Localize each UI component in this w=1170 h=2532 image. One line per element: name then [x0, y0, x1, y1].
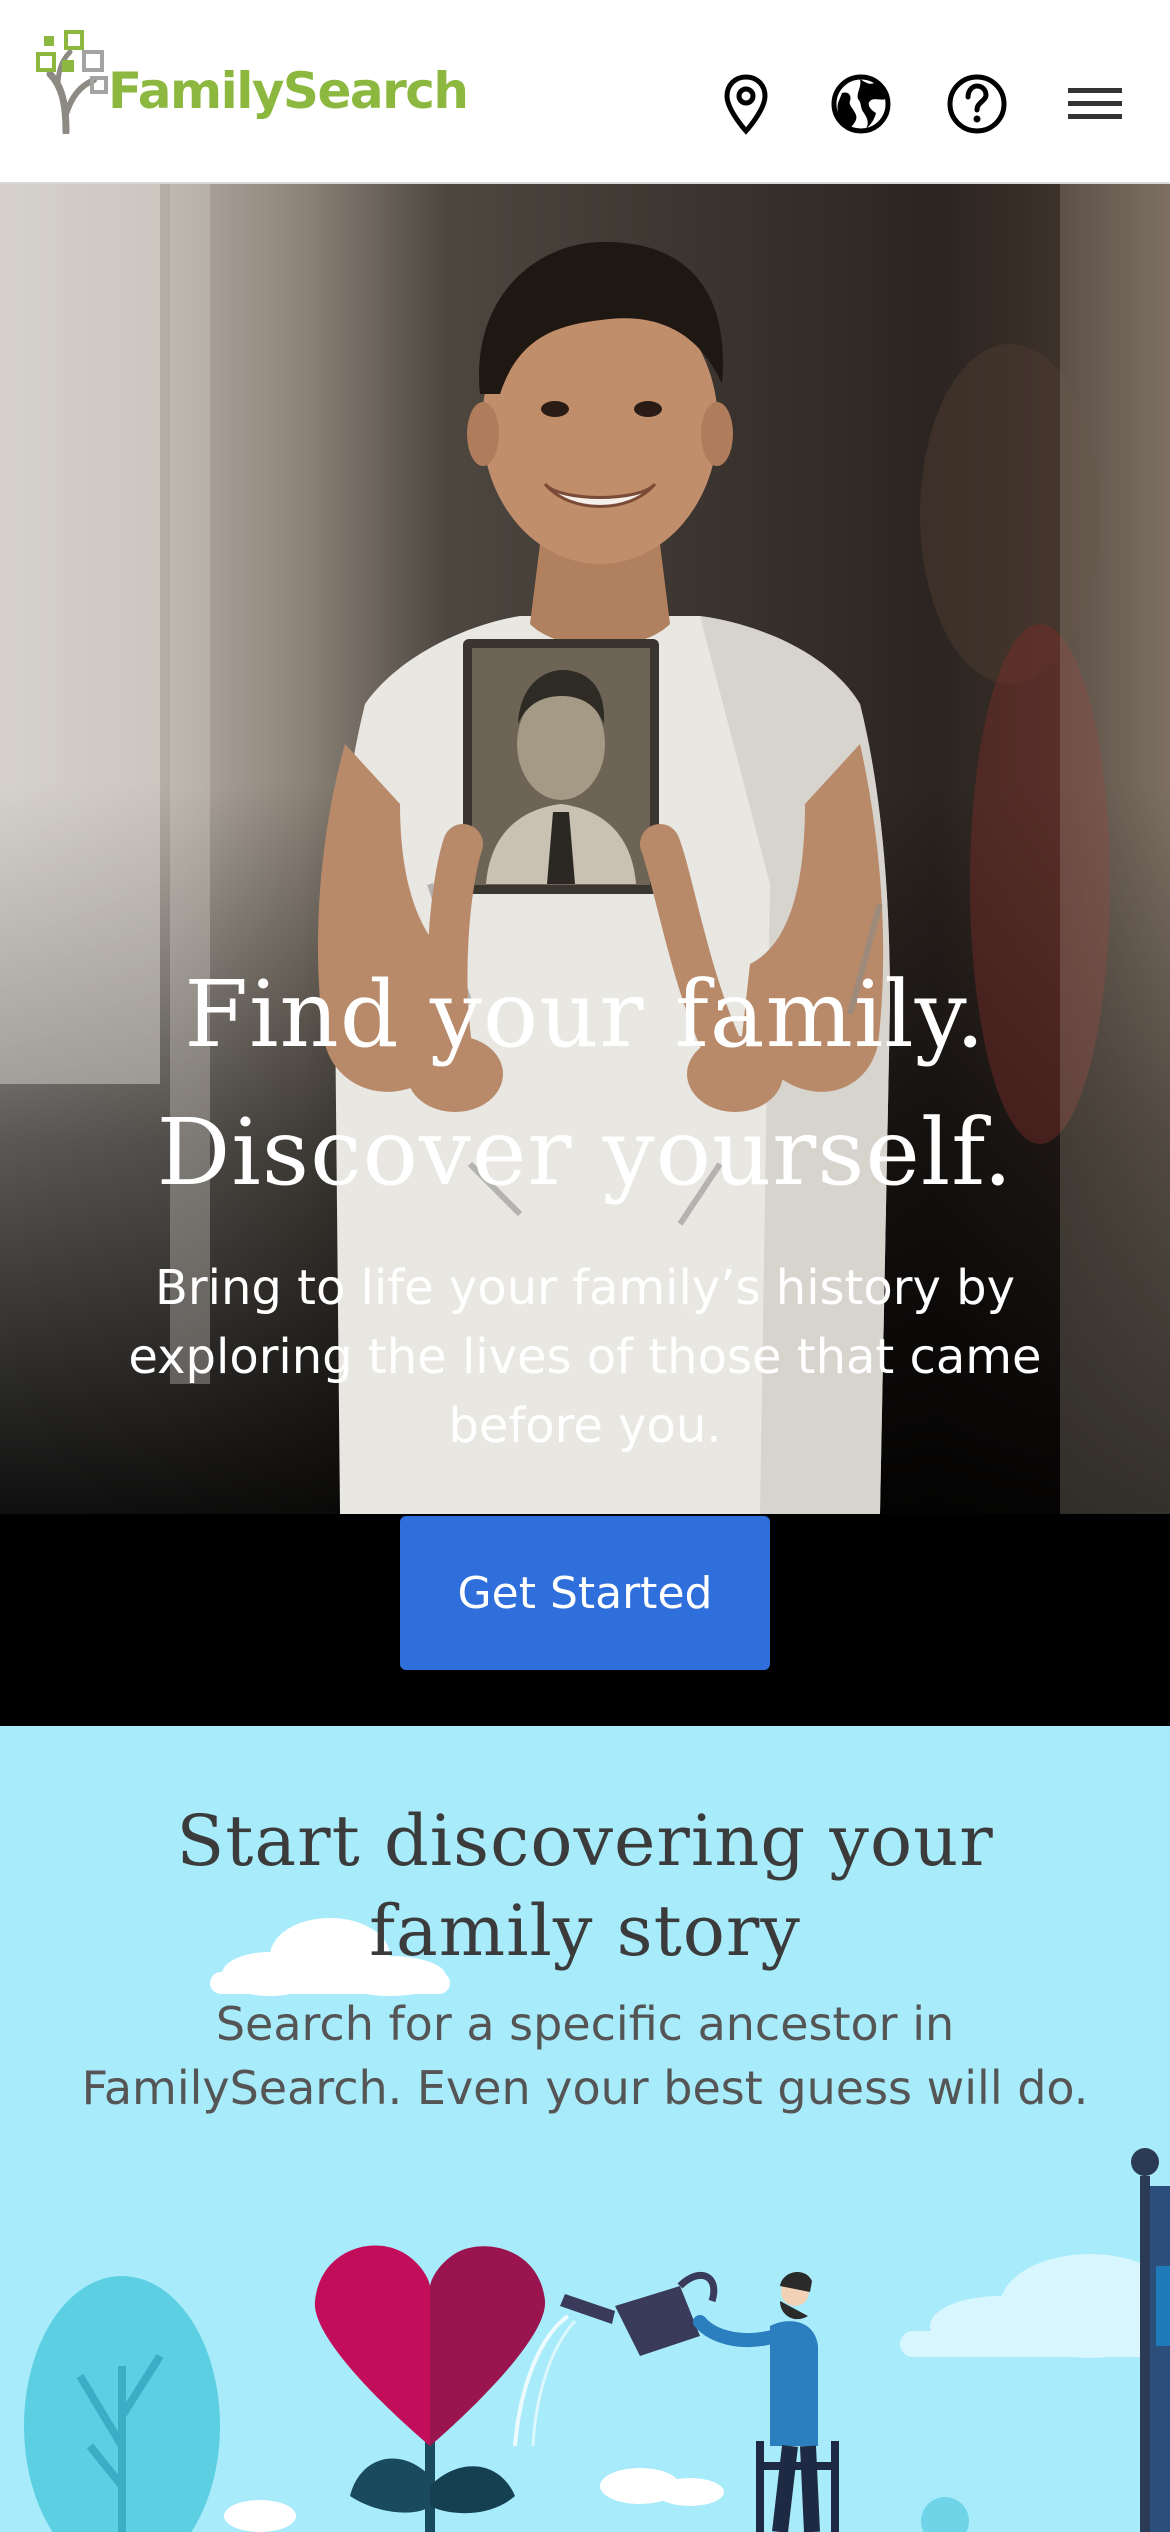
globe-icon[interactable] — [821, 64, 901, 144]
location-pin-icon[interactable] — [706, 64, 786, 144]
hero-title-line1: Find your family. — [184, 961, 986, 1068]
menu-icon[interactable] — [1055, 64, 1135, 144]
discover-section: Start discovering your family story Sear… — [0, 1726, 1170, 2532]
hero-title: Find your family. Discover yourself. — [0, 946, 1170, 1222]
discover-title: Start discovering your family story — [176, 1800, 994, 1972]
logo-wordmark: FamilySearch — [108, 62, 469, 120]
familysearch-logo[interactable]: FamilySearch — [36, 24, 469, 134]
hero-title-line2: Discover yourself. — [156, 1099, 1014, 1206]
get-started-button[interactable]: Get Started — [400, 1516, 770, 1670]
discover-text: Search for a specific ancestor in Family… — [81, 1997, 1089, 2115]
help-icon[interactable] — [937, 64, 1017, 144]
hero-subtitle: Bring to life your family’s history by e… — [128, 1260, 1042, 1454]
hero-section: Find your family. Discover yourself. Bri… — [0, 184, 1170, 1726]
site-header: FamilySearch — [0, 0, 1170, 184]
